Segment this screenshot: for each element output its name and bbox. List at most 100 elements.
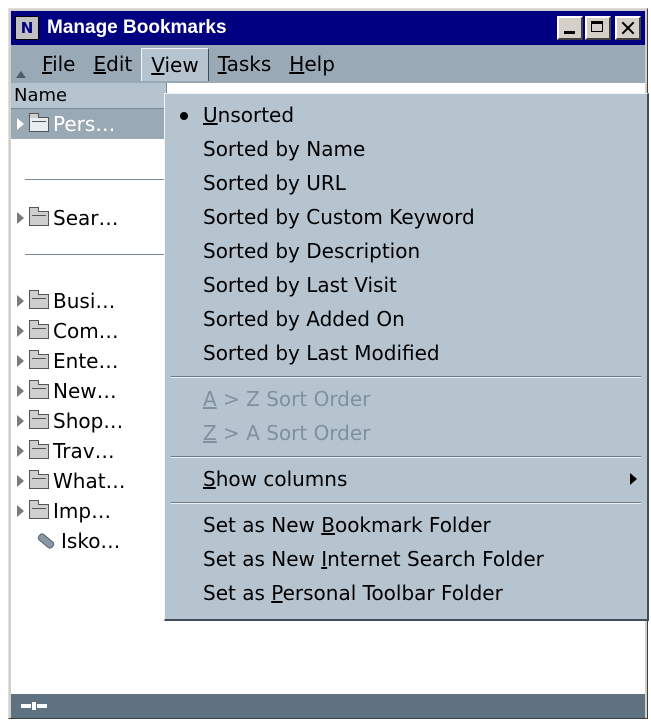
menu-view-accesskey: V bbox=[151, 52, 165, 77]
expand-arrow-icon[interactable] bbox=[17, 118, 24, 130]
expand-arrow-icon[interactable] bbox=[17, 212, 24, 224]
submenu-arrow-icon bbox=[630, 473, 637, 485]
menu-item-sort-url[interactable]: Sorted by URL bbox=[165, 166, 647, 200]
menubar: File Edit View Tasks Help bbox=[33, 45, 344, 83]
menu-item-set-bookmark-folder[interactable]: Set as New Bookmark Folder bbox=[165, 508, 647, 542]
app-icon-letter: N bbox=[20, 19, 34, 37]
plug-middle-part bbox=[32, 702, 36, 710]
set-search-folder-suffix: nternet Search Folder bbox=[327, 547, 544, 571]
set-toolbar-folder-suffix: ersonal Toolbar Folder bbox=[282, 581, 503, 605]
name-column-header[interactable]: Name bbox=[11, 83, 167, 109]
radio-checked-icon bbox=[180, 112, 188, 120]
window-title: Manage Bookmarks bbox=[47, 17, 227, 38]
menu-item-sort-z-a: Z > A Sort Order bbox=[165, 416, 647, 450]
grip-arrow-icon bbox=[16, 71, 26, 78]
view-menu-dropdown: Unsorted Sorted by Name Sorted by URL So… bbox=[164, 93, 649, 621]
folder-icon bbox=[29, 469, 49, 489]
expand-arrow-icon[interactable] bbox=[17, 505, 24, 517]
expand-arrow-icon[interactable] bbox=[17, 475, 24, 487]
menu-edit-label: dit bbox=[106, 52, 133, 76]
expand-arrow-icon[interactable] bbox=[17, 385, 24, 397]
maximize-button[interactable] bbox=[585, 16, 611, 40]
expand-arrow-icon[interactable] bbox=[17, 415, 24, 427]
tree-row-label: Shop… bbox=[53, 409, 124, 433]
set-bookmark-folder-suffix: ookmark Folder bbox=[334, 513, 491, 537]
tree-row-personal-toolbar[interactable]: Pers… bbox=[11, 109, 171, 139]
tree-row-label: Com… bbox=[53, 319, 119, 343]
menu-help-label: elp bbox=[304, 52, 335, 76]
toolbar-grip[interactable] bbox=[13, 49, 29, 81]
tree-row-computers[interactable]: Com… bbox=[11, 316, 171, 346]
unsorted-label: nsorted bbox=[217, 103, 295, 127]
menu-tasks-label: asks bbox=[226, 52, 272, 76]
menu-file-label: ile bbox=[52, 52, 76, 76]
bookmark-icon bbox=[36, 532, 56, 550]
tree-row-search[interactable]: Sear… bbox=[11, 203, 171, 233]
menu-separator bbox=[171, 502, 641, 504]
tree-row-shopping[interactable]: Shop… bbox=[11, 406, 171, 436]
expand-arrow-icon[interactable] bbox=[17, 325, 24, 337]
tree-row-imported[interactable]: Imp… bbox=[11, 496, 171, 526]
tree-row-news[interactable]: New… bbox=[11, 376, 171, 406]
set-search-folder-prefix: Set as New bbox=[203, 547, 322, 571]
folder-icon bbox=[29, 206, 49, 226]
folder-icon bbox=[29, 319, 49, 339]
menu-view[interactable]: View bbox=[141, 47, 209, 81]
folder-icon bbox=[29, 289, 49, 309]
tree-row-bookmark[interactable]: Isko… bbox=[11, 526, 171, 556]
menu-item-unsorted[interactable]: Unsorted bbox=[165, 98, 647, 132]
tree-row-whats-new[interactable]: What… bbox=[11, 466, 171, 496]
set-toolbar-folder-accesskey: P bbox=[271, 581, 283, 605]
menubar-area: File Edit View Tasks Help bbox=[11, 45, 645, 83]
folder-icon bbox=[29, 439, 49, 459]
menu-item-set-toolbar-folder[interactable]: Set as Personal Toolbar Folder bbox=[165, 576, 647, 610]
tree-row-label: What… bbox=[53, 469, 126, 493]
menu-edit-accesskey: E bbox=[93, 52, 107, 76]
folder-icon bbox=[29, 349, 49, 369]
menu-separator bbox=[171, 376, 641, 378]
menu-item-sort-a-z: A > Z Sort Order bbox=[165, 382, 647, 416]
title-bar[interactable]: N Manage Bookmarks bbox=[11, 11, 645, 45]
set-bookmark-folder-accesskey: B bbox=[321, 513, 335, 537]
menu-view-label: iew bbox=[164, 52, 199, 77]
unsorted-accesskey: U bbox=[203, 103, 218, 127]
menu-item-sort-name[interactable]: Sorted by Name bbox=[165, 132, 647, 166]
menu-item-set-search-folder[interactable]: Set as New Internet Search Folder bbox=[165, 542, 647, 576]
tree-separator bbox=[25, 254, 175, 256]
expand-arrow-icon[interactable] bbox=[17, 295, 24, 307]
menu-item-sort-last-modified[interactable]: Sorted by Last Modified bbox=[165, 336, 647, 370]
folder-icon bbox=[29, 409, 49, 429]
tree-row-travel[interactable]: Trav… bbox=[11, 436, 171, 466]
expand-arrow-icon[interactable] bbox=[17, 445, 24, 457]
a-z-accesskey: A bbox=[203, 387, 217, 411]
minimize-button[interactable] bbox=[557, 16, 583, 40]
folder-icon bbox=[29, 499, 49, 519]
netscape-app-icon[interactable]: N bbox=[15, 16, 39, 40]
plug-right-part bbox=[37, 704, 47, 708]
menu-file-accesskey: F bbox=[42, 52, 53, 76]
set-toolbar-folder-prefix: Set as bbox=[203, 581, 272, 605]
menu-separator bbox=[171, 456, 641, 458]
menu-file[interactable]: File bbox=[33, 48, 84, 80]
plug-left-part bbox=[21, 704, 31, 708]
tree-row-label: Imp… bbox=[53, 499, 112, 523]
menu-item-show-columns[interactable]: Show columns bbox=[165, 462, 647, 496]
expand-arrow-icon[interactable] bbox=[17, 355, 24, 367]
online-status-icon[interactable] bbox=[21, 702, 47, 710]
close-button[interactable] bbox=[615, 16, 641, 40]
menu-help[interactable]: Help bbox=[280, 48, 344, 80]
tree-row-business[interactable]: Busi… bbox=[11, 286, 171, 316]
tree-row-label: Pers… bbox=[53, 112, 116, 136]
menu-item-sort-description[interactable]: Sorted by Description bbox=[165, 234, 647, 268]
tree-row-label: Isko… bbox=[61, 529, 121, 553]
menu-item-sort-keyword[interactable]: Sorted by Custom Keyword bbox=[165, 200, 647, 234]
menu-item-sort-last-visit[interactable]: Sorted by Last Visit bbox=[165, 268, 647, 302]
menu-item-sort-added-on[interactable]: Sorted by Added On bbox=[165, 302, 647, 336]
a-z-label: > Z Sort Order bbox=[216, 387, 371, 411]
menu-tasks[interactable]: Tasks bbox=[209, 48, 281, 80]
folder-icon bbox=[29, 379, 49, 399]
tree-row-entertainment[interactable]: Ente… bbox=[11, 346, 171, 376]
set-bookmark-folder-prefix: Set as New bbox=[203, 513, 322, 537]
menu-edit[interactable]: Edit bbox=[84, 48, 141, 80]
show-columns-label: how columns bbox=[215, 467, 348, 491]
